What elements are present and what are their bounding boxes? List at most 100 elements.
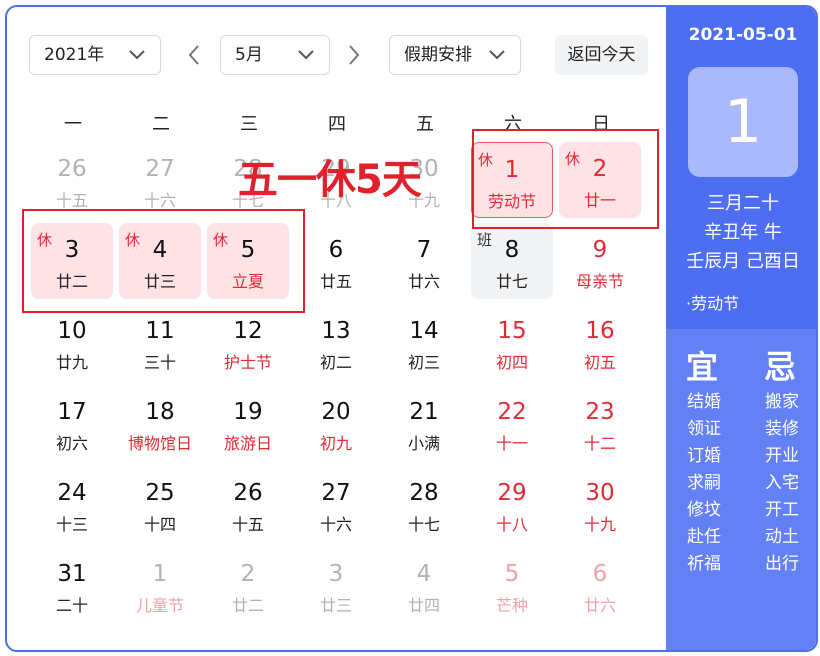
lunar-label: 十九 [583,515,616,534]
day-cell[interactable]: 9 母亲节 [559,223,641,299]
day-cell[interactable]: 3 廿三 [295,547,377,623]
day-cell[interactable]: 31 二十 [31,547,113,623]
lunar-year: 辛丑年 牛 [704,222,782,243]
day-cell[interactable]: 4 廿四 [383,547,465,623]
day-number: 12 [233,318,263,344]
day-cell[interactable]: 1 儿童节 [119,547,201,623]
highlight-box [472,129,659,229]
day-number: 15 [497,318,527,344]
day-cell[interactable]: 20 初九 [295,385,377,461]
day-cell[interactable]: 26 十五 [207,466,289,542]
day-cell[interactable]: 24 十三 [31,466,113,542]
day-cell[interactable]: 26 十五 [31,142,113,218]
lunar-label: 廿三 [319,596,352,615]
lunar-label: 初四 [495,353,528,372]
day-number: 7 [416,237,432,263]
day-cell[interactable]: 21 小满 [383,385,465,461]
day-cell[interactable]: 27 十六 [119,142,201,218]
day-number: 10 [57,318,87,344]
day-number: 26 [233,480,263,506]
yi-item: 赴任 [687,527,721,547]
day-cell[interactable]: 班 8 廿七 [471,223,553,299]
day-cell[interactable]: 28 十七 [383,466,465,542]
day-number: 24 [57,480,87,506]
day-cell[interactable]: 12 护士节 [207,304,289,380]
lunar-label: 初九 [319,434,352,453]
day-cell[interactable]: 11 三十 [119,304,201,380]
day-cell[interactable]: 30 十九 [559,466,641,542]
day-cell[interactable]: 6 廿五 [295,223,377,299]
day-cell[interactable]: 29 十八 [471,466,553,542]
yi-item: 修坟 [687,500,721,520]
day-cell[interactable]: 18 博物馆日 [119,385,201,461]
lunar-label: 廿六 [583,596,616,615]
lunar-label: 三十 [143,353,176,372]
day-number: 28 [409,480,439,506]
day-cell[interactable]: 2 廿二 [207,547,289,623]
day-number: 3 [328,561,344,587]
lunar-label: 芒种 [495,596,528,615]
lunar-month-day: 壬辰月 己酉日 [686,251,800,272]
day-number: 19 [233,399,263,425]
day-number: 31 [57,561,87,587]
day-cell[interactable]: 5 芒种 [471,547,553,623]
day-cell[interactable]: 25 十四 [119,466,201,542]
day-number: 17 [57,399,87,425]
month-select[interactable]: 5月 [220,35,330,75]
day-cell[interactable]: 15 初四 [471,304,553,380]
lunar-label: 初五 [583,353,616,372]
month-select-value: 5月 [235,45,263,65]
lunar-label: 廿五 [319,272,352,291]
day-number: 27 [145,156,175,182]
lunar-label: 十六 [319,515,352,534]
lunar-label: 初二 [319,353,352,372]
yi-item: 订婚 [687,446,721,466]
chevron-down-icon [489,50,505,60]
day-number: 11 [145,318,175,344]
ji-item: 入宅 [765,473,799,493]
day-cell[interactable]: 6 廿六 [559,547,641,623]
selected-day-number: 1 [688,67,798,177]
lunar-label: 十三 [55,515,88,534]
day-number: 6 [592,561,608,587]
day-cell[interactable]: 16 初五 [559,304,641,380]
back-to-today-button[interactable]: 返回今天 [555,35,648,75]
lunar-label: 母亲节 [575,272,624,291]
lunar-label: 十二 [583,434,616,453]
lunar-label: 廿九 [55,353,88,372]
lunar-label: 廿七 [495,272,528,291]
year-select[interactable]: 2021年 [29,35,161,75]
year-select-value: 2021年 [44,45,105,65]
day-number: 25 [145,480,175,506]
prev-month-icon[interactable] [184,43,204,67]
day-number: 27 [321,480,351,506]
next-month-icon[interactable] [344,43,364,67]
yi-item: 结婚 [687,392,721,412]
lunar-label: 十五 [231,515,264,534]
holiday-select[interactable]: 假期安排 [389,35,521,75]
day-cell[interactable]: 10 廿九 [31,304,113,380]
chevron-down-icon [129,50,145,60]
weekday-label: 四 [328,114,346,135]
day-number: 2 [240,561,256,587]
day-cell[interactable]: 23 十二 [559,385,641,461]
day-number: 6 [328,237,344,263]
calendar-widget: 2021年 5月 假期安排 返回今天 一 二 三 四 五 六 日 26 十五 27 十… [5,5,818,652]
day-cell[interactable]: 27 十六 [295,466,377,542]
yi-item: 祈福 [687,554,721,574]
day-cell[interactable]: 13 初二 [295,304,377,380]
day-cell[interactable]: 14 初三 [383,304,465,380]
day-cell[interactable]: 19 旅游日 [207,385,289,461]
ji-item: 装修 [765,419,799,439]
lunar-label: 小满 [407,434,440,453]
day-cell[interactable]: 22 十一 [471,385,553,461]
ji-item: 开工 [765,500,799,520]
ji-item: 搬家 [765,392,799,412]
lunar-label: 十七 [407,515,440,534]
day-cell[interactable]: 7 廿六 [383,223,465,299]
lunar-label: 旅游日 [223,434,272,453]
highlight-box [22,209,305,313]
day-cell[interactable]: 17 初六 [31,385,113,461]
weekday-label: 一 [64,114,82,135]
lunar-label: 儿童节 [135,596,184,615]
